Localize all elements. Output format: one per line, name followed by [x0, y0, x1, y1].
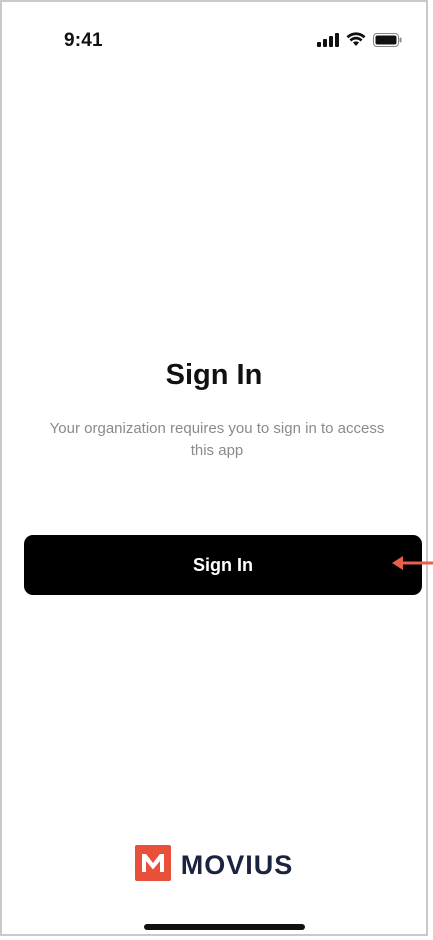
battery-icon [373, 32, 402, 52]
page-title: Sign In [165, 359, 263, 391]
movius-logo-icon [134, 845, 171, 886]
home-indicator[interactable] [144, 924, 305, 930]
sign-in-button-label: Sign In [193, 554, 253, 575]
status-time: 9:41 [64, 30, 103, 51]
brand-name: MOVIUS [180, 850, 294, 880]
page-subtitle: Your organization requires you to sign i… [49, 420, 385, 459]
status-bar: 9:41 [2, 2, 426, 82]
left-arrow-icon [392, 553, 433, 573]
brand-footer: MOVIUS [2, 845, 426, 886]
wifi-icon [346, 32, 366, 52]
status-icons [317, 32, 402, 52]
cellular-signal-icon [317, 32, 339, 52]
sign-in-button[interactable]: Sign In [24, 535, 422, 595]
phone-screen: 9:41 Sign In Your organization requires … [0, 0, 428, 936]
